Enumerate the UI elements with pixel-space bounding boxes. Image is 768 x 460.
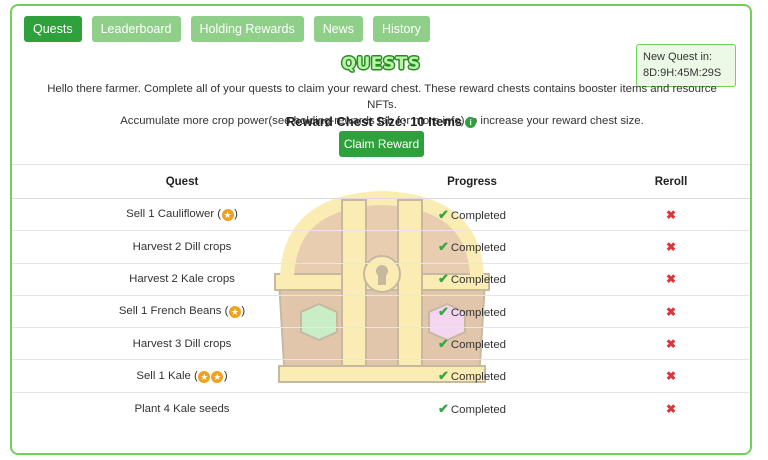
quest-cell: Plant 4 Kale seeds	[12, 392, 352, 424]
progress-status: Completed	[450, 274, 506, 287]
star-icon: ★	[228, 306, 241, 319]
quest-name: Sell 1 Cauliflower	[126, 208, 215, 221]
check-icon: ✔	[438, 303, 449, 319]
header-reroll: Reroll	[592, 164, 750, 199]
reroll-cell: ✖	[592, 295, 750, 329]
progress-status: Completed	[450, 306, 506, 319]
quest-cell: Harvest 3 Dill crops	[12, 327, 352, 361]
page-title: QUESTS	[341, 54, 421, 74]
progress-cell: ✔ Completed	[352, 359, 592, 393]
quest-name: Harvest 2 Dill crops	[132, 240, 232, 253]
check-icon: ✔	[438, 335, 449, 351]
table-row: Plant 4 Kale seeds ✔ Completed ✖	[12, 392, 750, 424]
table-header-row: Quest Progress Reroll	[12, 164, 750, 199]
quest-cell: Sell 1 Kale (★ ★)	[12, 359, 352, 393]
reroll-x-icon[interactable]: ✖	[666, 208, 676, 222]
progress-status: Completed	[450, 209, 506, 222]
quest-cell: Harvest 2 Kale crops	[12, 263, 352, 296]
reroll-x-icon[interactable]: ✖	[666, 305, 676, 319]
quest-name: Sell 1 Kale	[136, 369, 191, 382]
progress-cell: ✔ Completed	[352, 392, 592, 424]
tab-quests[interactable]: Quests	[24, 16, 82, 42]
star-icon: ★	[198, 370, 211, 383]
tab-holding-rewards[interactable]: Holding Rewards	[190, 16, 304, 42]
quests-panel: Quests Leaderboard Holding Rewards News …	[10, 4, 752, 455]
reroll-cell: ✖	[592, 263, 750, 296]
star-icon: ★	[211, 370, 224, 383]
reroll-cell: ✖	[592, 359, 750, 393]
progress-status: Completed	[450, 371, 506, 384]
tab-leaderboard[interactable]: Leaderboard	[91, 16, 181, 42]
quests-table: Quest Progress Reroll Sell 1 Cauliflower…	[12, 164, 750, 425]
quest-rows: Sell 1 Cauliflower (★) ✔ Completed ✖ Harvest…	[12, 198, 750, 425]
star-icon: ★	[221, 209, 234, 222]
header-progress: Progress	[352, 164, 592, 199]
header-quest: Quest	[12, 164, 352, 199]
reroll-cell: ✖	[592, 327, 750, 361]
reward-chest-size-label: Reward Chest Size: 10 Items	[285, 114, 463, 129]
check-icon: ✔	[438, 206, 449, 222]
reroll-x-icon[interactable]: ✖	[666, 240, 676, 254]
quest-name: Harvest 2 Kale crops	[129, 273, 235, 286]
check-icon: ✔	[438, 238, 449, 254]
progress-status: Completed	[450, 338, 506, 351]
progress-status: Completed	[450, 403, 506, 416]
progress-cell: ✔ Completed	[352, 263, 592, 296]
check-icon: ✔	[438, 400, 449, 416]
quest-name: Plant 4 Kale seeds	[134, 402, 230, 415]
tab-history[interactable]: History	[372, 16, 430, 42]
progress-cell: ✔ Completed	[352, 230, 592, 264]
reroll-x-icon[interactable]: ✖	[666, 337, 676, 351]
table-row: Harvest 3 Dill crops ✔ Completed ✖	[12, 327, 750, 361]
progress-cell: ✔ Completed	[352, 198, 592, 232]
progress-cell: ✔ Completed	[352, 295, 592, 329]
quest-name: Sell 1 French Beans	[118, 305, 222, 318]
check-icon: ✔	[438, 271, 449, 287]
progress-cell: ✔ Completed	[352, 327, 592, 361]
reroll-x-icon[interactable]: ✖	[666, 272, 676, 286]
table-row: Harvest 2 Dill crops ✔ Completed ✖	[12, 230, 750, 264]
reward-chest-size: Reward Chest Size: 10 Items i	[12, 114, 750, 129]
reroll-cell: ✖	[592, 230, 750, 264]
table-row: Sell 1 French Beans (★) ✔ Completed ✖	[12, 295, 750, 329]
reroll-cell: ✖	[592, 392, 750, 424]
table-row: Sell 1 Kale (★ ★) ✔ Completed ✖	[12, 359, 750, 393]
quest-cell: Sell 1 Cauliflower (★)	[12, 198, 352, 232]
quest-cell: Sell 1 French Beans (★)	[12, 295, 352, 329]
check-icon: ✔	[438, 368, 449, 384]
table-row: Sell 1 Cauliflower (★) ✔ Completed ✖	[12, 198, 750, 232]
reroll-x-icon[interactable]: ✖	[666, 402, 676, 416]
progress-status: Completed	[450, 241, 506, 254]
table-row: Harvest 2 Kale crops ✔ Completed ✖	[12, 263, 750, 296]
info-icon[interactable]: i	[465, 117, 477, 129]
reroll-cell: ✖	[592, 198, 750, 232]
intro-line-1: Hello there farmer. Complete all of your…	[47, 83, 717, 111]
quest-name: Harvest 3 Dill crops	[132, 337, 232, 350]
claim-reward-button[interactable]: Claim Reward	[339, 131, 424, 157]
tab-news[interactable]: News	[313, 16, 363, 42]
tab-bar: Quests Leaderboard Holding Rewards News …	[24, 16, 430, 42]
reroll-x-icon[interactable]: ✖	[666, 369, 676, 383]
quest-cell: Harvest 2 Dill crops	[12, 230, 352, 264]
